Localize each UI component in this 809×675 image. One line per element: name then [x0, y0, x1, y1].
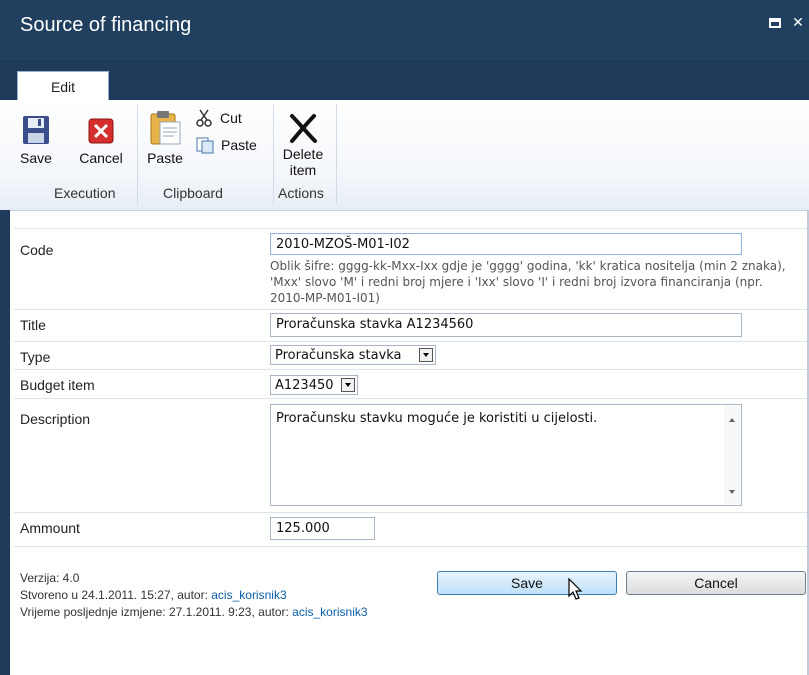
modified-text: Vrijeme posljednje izmjene: 27.1.2011. 9…	[20, 605, 293, 619]
scroll-down-arrow-icon[interactable]	[729, 490, 735, 494]
dropdown-arrow-icon[interactable]	[419, 348, 433, 362]
ribbon-delete-label-1: Delete	[282, 146, 324, 162]
type-label: Type	[20, 349, 51, 365]
ribbon-delete-label-2: item	[289, 162, 317, 178]
title-input[interactable]: Proračunska stavka A1234560	[270, 313, 742, 337]
type-select[interactable]: Proračunska stavka	[270, 345, 436, 365]
ribbon-save-label: Save	[20, 150, 52, 166]
row-separator	[14, 341, 807, 342]
budget-item-select[interactable]: A123450	[270, 375, 358, 395]
maximize-icon	[769, 18, 781, 28]
created-text: Stvoreno u 24.1.2011. 15:27, autor:	[20, 588, 212, 602]
ribbon-copy-paste-button[interactable]: Paste	[196, 136, 266, 154]
save-button[interactable]: Save	[437, 571, 617, 595]
amount-label: Ammount	[20, 520, 80, 536]
row-separator	[14, 369, 807, 370]
description-scrollbar[interactable]	[724, 406, 740, 504]
clipboard-paste-icon	[150, 111, 181, 145]
ribbon-paste-button[interactable]: Paste	[144, 108, 186, 166]
version-text: Verzija: 4.0	[20, 571, 80, 585]
row-separator	[14, 228, 807, 229]
code-input[interactable]: 2010-MZOŠ-M01-I02	[270, 233, 742, 255]
group-caption-actions: Actions	[278, 185, 324, 201]
ribbon-cancel-button[interactable]: Cancel	[76, 114, 126, 166]
ribbon-paste-label: Paste	[147, 150, 183, 166]
window-controls: ✕	[769, 16, 805, 30]
type-select-value: Proračunska stavka	[275, 347, 402, 363]
item-metadata: Verzija: 4.0 Stvoreno u 24.1.2011. 15:27…	[20, 570, 368, 621]
title-bar: Source of financing ✕	[0, 0, 809, 60]
budget-item-label: Budget item	[20, 377, 95, 393]
row-separator	[14, 546, 807, 547]
ribbon-tab-strip	[0, 60, 809, 100]
ribbon-cut-button[interactable]: Cut	[196, 109, 256, 127]
group-separator	[336, 104, 337, 204]
row-separator	[14, 309, 807, 310]
modified-author-link[interactable]: acis_korisnik3	[292, 605, 367, 619]
ribbon-cancel-label: Cancel	[79, 150, 123, 166]
amount-input[interactable]: 125.000	[270, 517, 375, 540]
cancel-button[interactable]: Cancel	[626, 571, 806, 595]
ribbon-cut-label: Cut	[220, 110, 242, 126]
ribbon-save-button[interactable]: Save	[16, 114, 56, 166]
scissors-cut-icon	[196, 109, 212, 127]
dropdown-arrow-icon[interactable]	[341, 378, 355, 392]
close-button[interactable]: ✕	[791, 16, 805, 30]
floppy-save-icon	[23, 116, 49, 144]
title-label: Title	[20, 317, 46, 333]
code-help-text: Oblik šifre: gggg-kk-Mxx-Ixx gdje je 'gg…	[270, 259, 786, 305]
left-frame-edge	[0, 210, 10, 675]
maximize-button[interactable]	[769, 16, 783, 30]
description-label: Description	[20, 411, 91, 427]
scroll-up-arrow-icon[interactable]	[729, 418, 735, 422]
code-label: Code	[20, 242, 54, 258]
dialog-title: Source of financing	[20, 14, 192, 36]
created-line: Stvoreno u 24.1.2011. 15:27, autor: acis…	[20, 587, 368, 604]
budget-item-select-value: A123450	[275, 377, 334, 393]
cancel-x-icon	[88, 118, 114, 144]
group-caption-execution: Execution	[54, 185, 116, 201]
row-separator	[14, 512, 807, 513]
ribbon-delete-item-button[interactable]: Delete item	[278, 112, 328, 178]
mouse-cursor-icon	[568, 578, 583, 600]
dialog-window: Source of financing ✕ Edit Save Cancel P…	[0, 0, 809, 675]
group-separator	[137, 104, 138, 204]
copy-pages-icon	[196, 137, 214, 154]
tab-edit[interactable]: Edit	[17, 71, 109, 102]
group-caption-clipboard: Clipboard	[163, 185, 223, 201]
ribbon-paste-small-label: Paste	[221, 137, 257, 153]
modified-line: Vrijeme posljednje izmjene: 27.1.2011. 9…	[20, 604, 368, 621]
close-icon: ✕	[792, 15, 804, 31]
group-separator	[273, 104, 274, 204]
created-author-link[interactable]: acis_korisnik3	[211, 588, 286, 602]
description-textarea[interactable]: Proračunsku stavku moguće je koristiti u…	[270, 404, 742, 506]
row-separator	[14, 398, 807, 399]
delete-x-icon	[290, 114, 317, 143]
description-text: Proračunsku stavku moguće je koristiti u…	[276, 411, 598, 426]
